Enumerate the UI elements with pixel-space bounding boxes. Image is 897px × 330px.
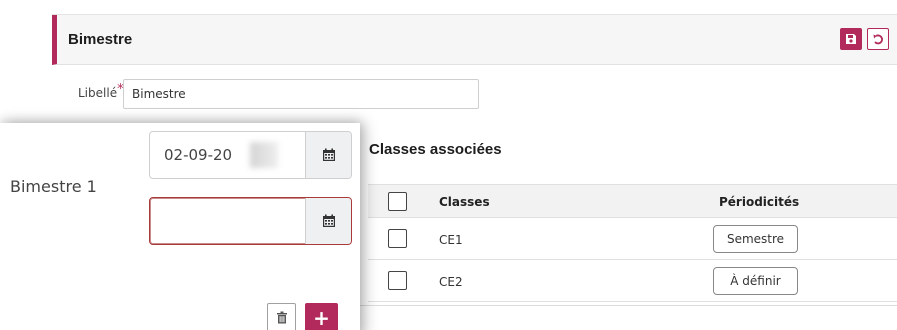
row-checkbox-ce1[interactable] — [388, 229, 407, 248]
libelle-label: Libellé* — [78, 82, 124, 100]
add-period-button[interactable]: + — [305, 303, 338, 330]
save-button[interactable] — [840, 28, 862, 50]
trash-icon — [276, 311, 287, 324]
periodicite-button-ce1[interactable]: Semestre — [713, 225, 798, 253]
class-name: CE1 — [439, 233, 463, 247]
period-label: Bimestre 1 — [10, 177, 97, 196]
select-all-checkbox[interactable] — [388, 192, 407, 211]
libelle-label-text: Libellé — [78, 86, 118, 100]
end-date-calendar-button[interactable] — [305, 198, 351, 244]
start-date-value: 02-09-20 — [164, 146, 233, 164]
class-name: CE2 — [439, 275, 463, 289]
period-editor-card: Bimestre 1 02-09-20 + — [0, 123, 360, 330]
table-row: CE2 À définir — [368, 260, 897, 302]
classes-table: Classes Périodicités CE1 Semestre CE2 À … — [368, 184, 897, 302]
table-row: CE1 Semestre — [368, 218, 897, 260]
floppy-disk-icon — [846, 34, 856, 44]
libelle-input[interactable] — [123, 79, 479, 109]
header-classes: Classes — [439, 195, 490, 209]
calendar-icon — [322, 214, 335, 227]
delete-period-button[interactable] — [267, 303, 296, 330]
screen: Bimestre Libellé* Classes associées — [0, 0, 897, 330]
end-date-input[interactable] — [149, 197, 352, 245]
periodicite-button-ce2[interactable]: À définir — [713, 267, 798, 295]
calendar-icon — [322, 148, 335, 161]
table-header-row: Classes Périodicités — [368, 184, 897, 218]
classes-section-title: Classes associées — [369, 141, 502, 158]
row-checkbox-ce2[interactable] — [388, 271, 407, 290]
panel-header: Bimestre — [52, 15, 897, 65]
redacted-blur — [250, 142, 278, 168]
panel-title: Bimestre — [68, 31, 133, 48]
start-date-input[interactable]: 02-09-20 — [149, 131, 352, 179]
undo-icon — [873, 34, 883, 45]
header-periodicites: Périodicités — [719, 195, 800, 209]
undo-button[interactable] — [867, 28, 889, 50]
start-date-calendar-button[interactable] — [305, 132, 351, 178]
